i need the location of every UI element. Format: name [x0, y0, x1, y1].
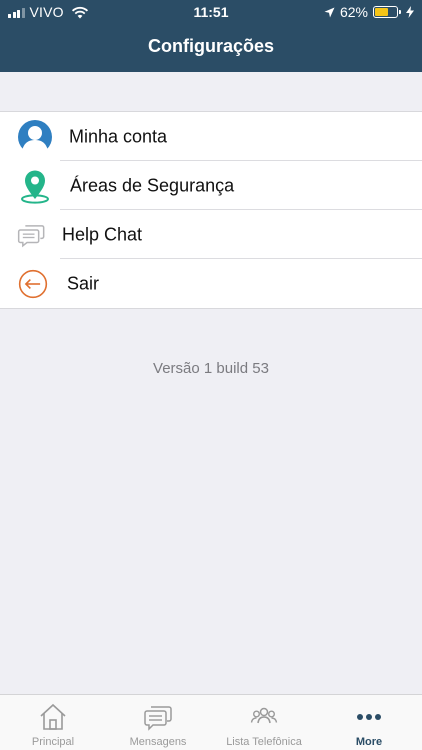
menu-item-minha-conta[interactable]: Minha conta — [0, 112, 422, 161]
app-header: VIVO 11:51 62% Configurações — [0, 0, 422, 72]
charging-bolt-icon — [406, 6, 414, 18]
menu-item-label: Help Chat — [62, 224, 143, 244]
location-arrow-icon — [324, 7, 335, 17]
messages-icon — [144, 706, 172, 731]
settings-menu: Minha conta Áreas de Segurança Help Chat… — [0, 111, 422, 309]
battery-level — [375, 8, 389, 16]
status-right: 62% — [324, 4, 414, 20]
tab-label: More — [355, 736, 383, 748]
menu-item-label: Sair — [67, 273, 100, 293]
tab-mensagens[interactable]: Mensagens — [105, 695, 211, 750]
battery-percent: 62% — [339, 4, 368, 20]
location-pin-icon — [21, 170, 49, 204]
tab-label: Mensagens — [129, 736, 187, 748]
menu-item-help-chat[interactable]: Help Chat — [0, 210, 422, 259]
menu-item-sair[interactable]: Sair — [0, 259, 422, 308]
tab-bar: Principal Mensagens Lista Telefônica Mor… — [0, 694, 422, 750]
battery-icon — [373, 6, 401, 18]
tab-lista-telefonica[interactable]: Lista Telefônica — [211, 695, 317, 750]
more-dots-icon — [357, 714, 381, 720]
contacts-group-icon — [250, 707, 278, 724]
user-avatar-icon — [18, 119, 52, 154]
menu-item-areas-de-seguranca[interactable]: Áreas de Segurança — [0, 161, 422, 210]
tab-label: Lista Telefônica — [226, 736, 302, 748]
menu-item-label: Minha conta — [69, 126, 168, 146]
tab-principal[interactable]: Principal — [0, 695, 106, 750]
page-title: Configurações — [147, 36, 275, 56]
chat-bubbles-icon — [17, 224, 45, 247]
version-label: Versão 1 build 53 — [153, 360, 269, 377]
logout-arrow-icon — [18, 269, 48, 298]
home-icon — [40, 703, 66, 730]
status-bar: VIVO 11:51 62% — [0, 0, 422, 24]
tab-label: Principal — [31, 736, 75, 748]
menu-item-label: Áreas de Segurança — [70, 175, 235, 195]
tab-more[interactable]: More — [316, 695, 422, 750]
